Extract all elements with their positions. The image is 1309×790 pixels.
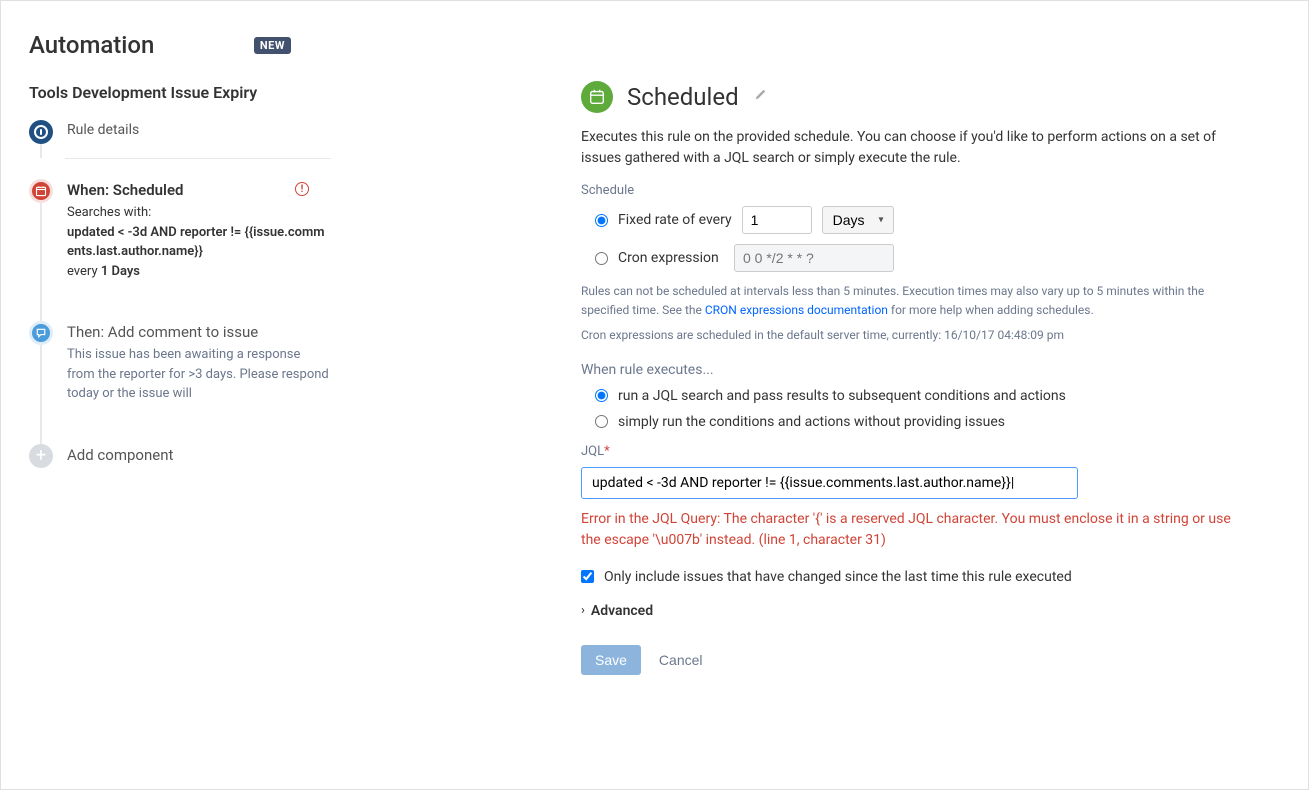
only-changed-label: Only include issues that have changed si…	[604, 569, 1072, 585]
fixed-rate-unit-select[interactable]: Days	[822, 206, 894, 234]
when-title: When: Scheduled	[67, 181, 331, 199]
jql-input[interactable]	[581, 467, 1078, 499]
then-desc: This issue has been awaiting a response …	[67, 345, 331, 404]
exec-simple-radio[interactable]	[595, 415, 608, 428]
section-title: Scheduled	[627, 83, 739, 111]
jql-error-text: Error in the JQL Query: The character '{…	[581, 509, 1241, 551]
fixed-rate-label: Fixed rate of every	[618, 212, 732, 228]
cancel-button[interactable]: Cancel	[659, 652, 703, 668]
info-icon	[29, 120, 53, 144]
cron-input	[734, 244, 894, 272]
timeline-rule-details[interactable]: Rule details	[29, 120, 331, 158]
fixed-rate-value-input[interactable]	[742, 206, 812, 234]
calendar-icon	[29, 179, 53, 203]
edit-icon[interactable]	[753, 88, 767, 106]
when-searches-label: Searches with:	[67, 205, 151, 220]
then-title: Then: Add comment to issue	[67, 323, 331, 341]
section-description: Executes this rule on the provided sched…	[581, 127, 1241, 169]
exec-simple-label: simply run the conditions and actions wi…	[618, 414, 1005, 430]
fixed-rate-radio[interactable]	[595, 214, 608, 227]
calendar-icon	[581, 81, 613, 113]
add-component-label: Add component	[67, 446, 331, 464]
timeline-separator	[65, 158, 331, 159]
when-freq-value: 1 Days	[101, 264, 140, 279]
timezone-help-text: Cron expressions are scheduled in the de…	[581, 326, 1241, 345]
execute-label: When rule executes...	[581, 362, 1241, 378]
new-badge: NEW	[254, 37, 291, 54]
when-jql: updated < -3d AND reporter != {{issue.co…	[67, 225, 325, 260]
cron-radio[interactable]	[595, 252, 608, 265]
chevron-right-icon: ›	[581, 603, 585, 618]
schedule-label: Schedule	[581, 183, 1241, 198]
plus-icon: +	[29, 444, 53, 468]
save-button[interactable]: Save	[581, 645, 641, 675]
schedule-help-text: Rules can not be scheduled at intervals …	[581, 282, 1241, 320]
timeline-when-scheduled[interactable]: When: Scheduled Searches with: updated <…	[29, 179, 331, 321]
jql-label: JQL*	[581, 444, 1241, 459]
rule-name: Tools Development Issue Expiry	[29, 83, 331, 102]
comment-icon	[29, 321, 53, 345]
only-changed-checkbox[interactable]	[581, 570, 594, 583]
rule-details-label: Rule details	[67, 122, 331, 138]
advanced-label: Advanced	[591, 603, 653, 619]
advanced-toggle[interactable]: › Advanced	[581, 603, 1241, 619]
timeline-add-component[interactable]: + Add component	[29, 444, 331, 488]
exec-jql-label: run a JQL search and pass results to sub…	[618, 388, 1066, 404]
page-title: Automation	[29, 31, 154, 59]
cron-docs-link[interactable]: CRON expressions documentation	[705, 303, 888, 317]
cron-label: Cron expression	[618, 250, 724, 266]
warning-icon: !	[295, 182, 311, 198]
when-freq-prefix: every	[67, 264, 101, 279]
timeline-then-comment[interactable]: Then: Add comment to issue This issue ha…	[29, 321, 331, 444]
exec-jql-radio[interactable]	[595, 389, 608, 402]
